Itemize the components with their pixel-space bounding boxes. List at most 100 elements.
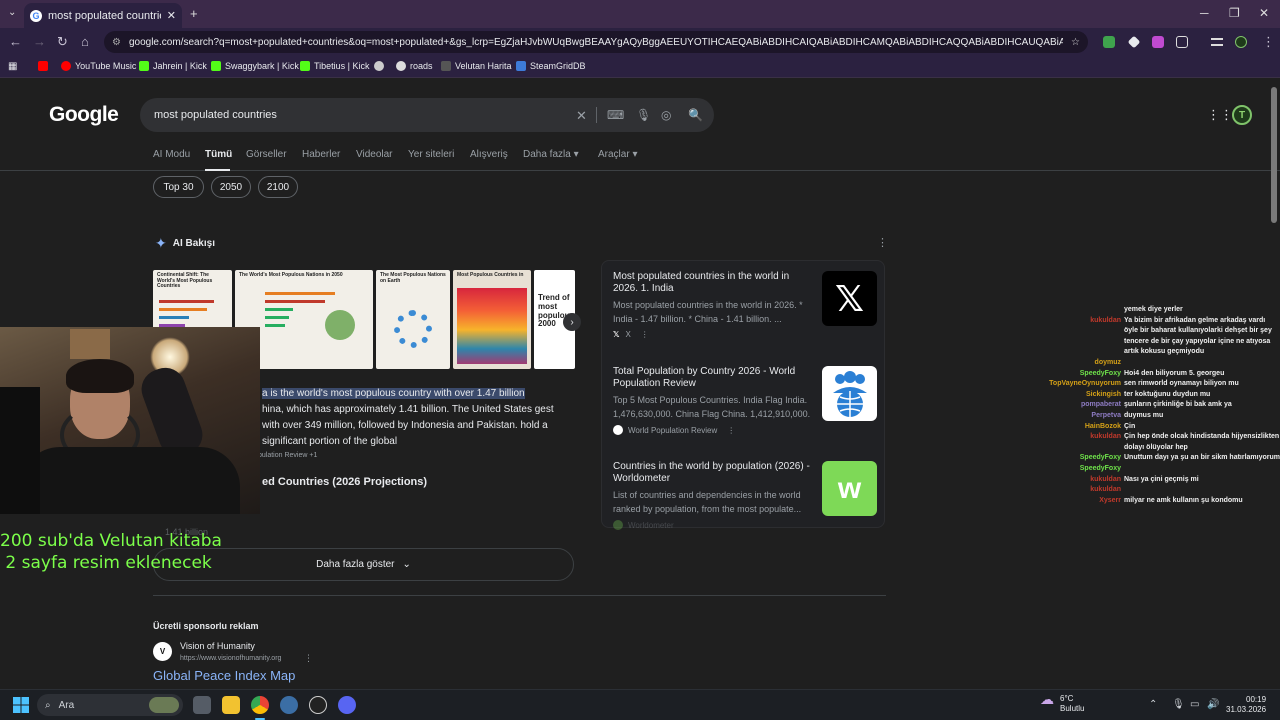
task-view-icon[interactable]	[193, 696, 211, 714]
system-clock[interactable]: 00:19 31.03.2026	[1226, 695, 1266, 715]
windows-start-icon[interactable]	[13, 697, 29, 713]
chat-username[interactable]: SpeedyFoxy	[1040, 453, 1124, 464]
tab-list-chevron-icon[interactable]: ⌄	[8, 7, 16, 18]
clear-search-icon[interactable]: ✕	[576, 108, 587, 124]
bookmark-steamgriddb[interactable]: SteamGridDB	[516, 61, 586, 71]
keyboard-icon[interactable]: ⌨	[607, 108, 624, 122]
chat-username[interactable]: SpeedyFoxy	[1040, 369, 1124, 380]
chat-username[interactable]: kukuldan	[1040, 475, 1124, 486]
maximize-icon[interactable]: ❐	[1229, 6, 1240, 20]
tab-videos[interactable]: Videolar	[356, 149, 393, 160]
chrome-icon[interactable]	[251, 696, 269, 714]
bookmark-roads[interactable]: roads	[396, 61, 433, 71]
new-tab-icon[interactable]: +	[190, 6, 198, 21]
chevron-up-icon[interactable]: ⌃	[1149, 699, 1157, 710]
ad-site-name[interactable]: Vision of Humanity	[180, 641, 255, 651]
reload-icon[interactable]: ↻	[57, 34, 68, 50]
google-apps-icon[interactable]: ⋮⋮	[1207, 107, 1233, 123]
minimize-icon[interactable]: ─	[1200, 6, 1209, 20]
browser-menu-icon[interactable]: ⋮	[1262, 34, 1275, 50]
ai-image-thumbnail[interactable]: Most Populous Countries in	[453, 270, 531, 369]
profile-avatar-icon[interactable]	[1235, 36, 1247, 48]
source-card-title[interactable]: Countries in the world by population (20…	[613, 461, 813, 485]
extensions-puzzle-icon[interactable]	[1176, 36, 1188, 48]
chat-username[interactable]: TopVayneOynuyorum	[1040, 379, 1124, 390]
bookmark-youtube-music[interactable]: YouTube Music	[61, 61, 136, 71]
obs-icon[interactable]	[309, 696, 327, 714]
source-card-title[interactable]: Most populated countries in the world in…	[613, 271, 813, 295]
chat-username[interactable]: kukuldan	[1040, 432, 1124, 453]
extension-shield-icon[interactable]	[1103, 36, 1115, 48]
bookmark-velutan-harita[interactable]: Velutan Harita	[441, 61, 512, 71]
more-options-icon[interactable]: ⋮	[727, 426, 735, 435]
chat-username[interactable]: doymuz	[1040, 358, 1124, 369]
ai-image-thumbnail[interactable]: The Most Populous Nations on Earth	[376, 270, 450, 369]
site-info-icon[interactable]: ⚙	[112, 37, 121, 48]
tab-shopping[interactable]: Alışveriş	[470, 149, 508, 160]
file-explorer-icon[interactable]	[222, 696, 240, 714]
tab-all[interactable]: Tümü	[205, 149, 232, 160]
address-bar[interactable]: ⚙ google.com/search?q=most+populated+cou…	[104, 31, 1088, 53]
home-icon[interactable]: ⌂	[81, 34, 89, 49]
chat-username[interactable]: kukuldan	[1040, 316, 1124, 358]
google-logo[interactable]: Google	[49, 103, 119, 127]
more-options-icon[interactable]: ⋮	[304, 653, 313, 664]
taskbar-search[interactable]: ⌕ Ara	[37, 694, 183, 716]
chat-username[interactable]: Perpetva	[1040, 411, 1124, 422]
reading-list-icon[interactable]	[1211, 38, 1223, 46]
extension-diamond-icon[interactable]	[1127, 35, 1141, 49]
carousel-next-button[interactable]: ›	[563, 313, 581, 331]
ad-title-link[interactable]: Global Peace Index Map	[153, 668, 295, 683]
page-scrollbar[interactable]	[1271, 87, 1277, 223]
tab-ai-mode[interactable]: AI Modu	[153, 149, 190, 160]
source-card[interactable]: Most populated countries in the world in…	[613, 271, 885, 339]
chip-2050[interactable]: 2050	[211, 176, 251, 198]
microphone-icon[interactable]: 🎙	[636, 108, 651, 122]
chip-top-30[interactable]: Top 30	[153, 176, 204, 198]
bookmark-yt-square[interactable]	[38, 61, 52, 71]
weather-widget[interactable]: ☁ 6°C Bulutlu	[1040, 692, 1084, 714]
chat-username[interactable]: pompaberat	[1040, 400, 1124, 411]
search-icon[interactable]: 🔍	[688, 108, 703, 122]
tab-more[interactable]: Daha fazla ▾	[523, 149, 579, 160]
chat-username[interactable]: HainBozok	[1040, 422, 1124, 433]
lens-camera-icon[interactable]: ◎	[661, 108, 671, 122]
bookmark-swaggybark[interactable]: Swaggybark | Kick	[211, 61, 299, 71]
tab-places[interactable]: Yer siteleri	[408, 149, 454, 160]
back-icon[interactable]: ←	[9, 34, 22, 49]
app-globe-icon[interactable]	[280, 696, 298, 714]
more-options-icon[interactable]: ⋮	[641, 330, 649, 339]
source-card[interactable]: Total Population by Country 2026 - World…	[613, 366, 885, 435]
chat-username[interactable]: Sickingish	[1040, 390, 1124, 401]
tab-tools[interactable]: Araçlar ▾	[598, 149, 638, 160]
more-options-icon[interactable]: ⋮	[877, 236, 888, 249]
discord-icon[interactable]	[338, 696, 356, 714]
ad-url[interactable]: https://www.visionofhumanity.org	[180, 655, 281, 662]
chip-2100[interactable]: 2100	[258, 176, 298, 198]
chat-username[interactable]: kukuldan	[1040, 485, 1124, 496]
volume-icon[interactable]: 🔊	[1207, 699, 1219, 710]
bookmark-tibetius[interactable]: Tibetius | Kick	[300, 61, 370, 71]
tab-news[interactable]: Haberler	[302, 149, 340, 160]
bookmark-globe[interactable]	[374, 61, 388, 71]
chat-username[interactable]: Xyserr	[1040, 496, 1124, 507]
apps-grid-icon[interactable]: ▦	[8, 61, 17, 72]
source-card-title[interactable]: Total Population by Country 2026 - World…	[613, 366, 813, 390]
chat-username[interactable]	[1040, 305, 1124, 316]
account-avatar[interactable]: T	[1232, 105, 1252, 125]
close-tab-icon[interactable]: ✕	[167, 9, 176, 22]
browser-tab[interactable]: G most populated countries - Go ✕	[24, 3, 182, 28]
search-box[interactable]: most populated countries	[140, 98, 714, 132]
bookmark-jahrein[interactable]: Jahrein | Kick	[139, 61, 207, 71]
extension-purple-icon[interactable]	[1152, 36, 1164, 48]
chat-username[interactable]: SpeedyFoxy	[1040, 464, 1124, 475]
close-window-icon[interactable]: ✕	[1259, 6, 1269, 20]
microphone-icon[interactable]: 🎙	[1172, 699, 1185, 710]
ai-source-chip[interactable]: pulation Review +1	[258, 452, 317, 459]
search-input[interactable]: most populated countries	[154, 109, 714, 121]
forward-icon[interactable]: →	[33, 34, 46, 49]
network-icon[interactable]: ▭	[1190, 699, 1199, 710]
source-card[interactable]: Countries in the world by population (20…	[613, 461, 885, 530]
bookmark-star-icon[interactable]: ☆	[1071, 37, 1080, 48]
tab-images[interactable]: Görseller	[246, 149, 287, 160]
